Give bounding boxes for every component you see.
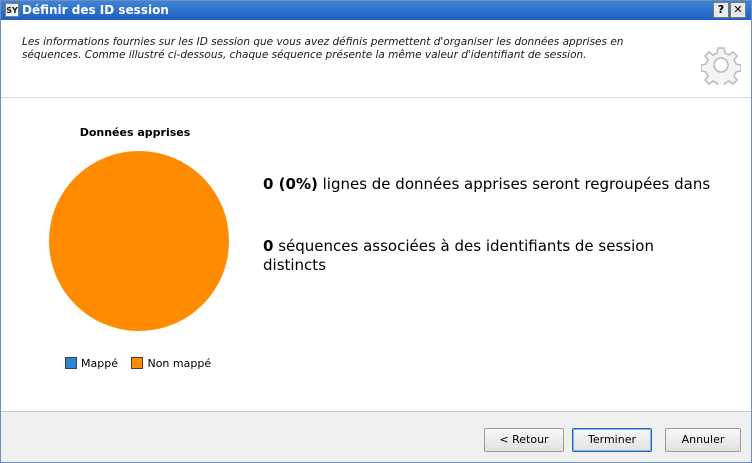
learned-lines-stat: 0 (0%) lignes de données apprises seront… [263,175,713,194]
sequences-count: 0 [263,237,274,255]
title-bar[interactable]: SY Définir des ID session ? ✕ [1,1,751,20]
window-title: Définir des ID session [22,3,169,17]
legend-item-mapped: Mappé [65,356,118,370]
chart-title: Données apprises [79,126,191,139]
finish-button[interactable]: Terminer [572,428,652,452]
legend-label-mapped: Mappé [81,356,118,370]
learned-lines-text: lignes de données apprises seront regrou… [317,175,711,193]
back-button[interactable]: < Retour [484,428,564,452]
sequences-text: séquences associées à des identifiants d… [263,237,654,274]
help-button[interactable]: ? [713,2,729,18]
cancel-button[interactable]: Annuler [665,428,741,452]
app-icon: SY [5,3,19,17]
chart-legend: Mappé Non mappé [65,356,221,370]
pie-slice-non-mapp- [49,151,229,331]
gear-icon [701,47,741,85]
legend-item-unmapped: Non mappé [131,356,212,370]
legend-label-unmapped: Non mappé [147,356,212,370]
sequences-stat: 0 séquences associées à des identifiants… [263,237,713,275]
legend-swatch-mapped [65,356,77,369]
close-button[interactable]: ✕ [730,2,746,18]
legend-swatch-unmapped [131,356,144,369]
pie-chart [49,151,229,331]
description-text: Les informations fournies sur les ID ses… [22,36,624,61]
dialog-window: SY Définir des ID session ? ✕ Les inform… [0,0,752,463]
learned-lines-count: 0 (0%) [263,175,318,193]
